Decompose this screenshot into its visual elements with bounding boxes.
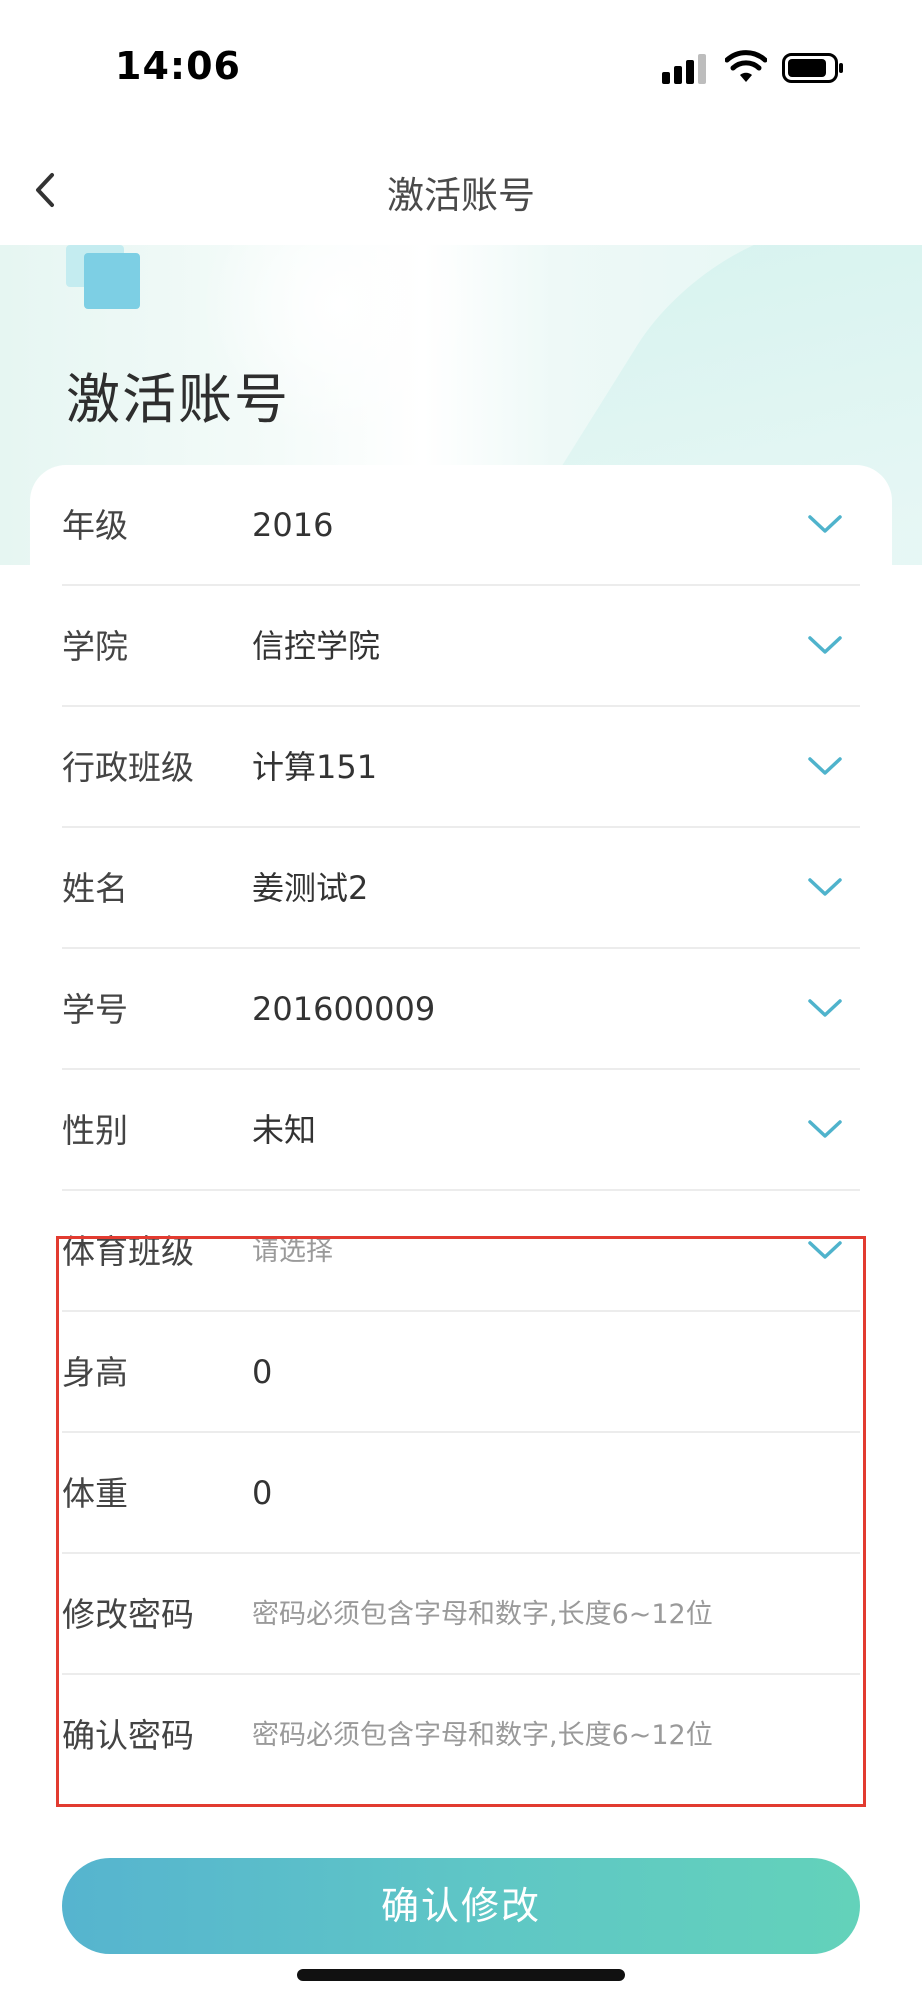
wifi-icon — [725, 50, 767, 82]
college-value[interactable]: 信控学院 — [252, 586, 380, 707]
admin-class-value[interactable]: 计算151 — [252, 707, 377, 828]
name-value[interactable]: 姜测试2 — [252, 828, 368, 949]
confirm-modify-button[interactable]: 确认修改 — [62, 1858, 860, 1954]
grade-value[interactable]: 2016 — [252, 465, 333, 586]
decor-square — [84, 253, 140, 309]
nav-bar: 激活账号 — [0, 135, 922, 245]
status-bar: 14:06 — [0, 0, 922, 135]
chevron-down-icon[interactable] — [806, 510, 844, 538]
admin-class-row[interactable]: 行政班级 计算151 — [62, 707, 860, 828]
student-id-label: 学号 — [62, 990, 128, 1029]
gender-label: 性别 — [62, 1111, 128, 1150]
grade-row[interactable]: 年级 2016 — [62, 465, 860, 586]
chevron-down-icon[interactable] — [806, 631, 844, 659]
student-id-row[interactable]: 学号 201600009 — [62, 949, 860, 1070]
status-time: 14:06 — [115, 44, 241, 88]
chevron-down-icon[interactable] — [806, 873, 844, 901]
battery-icon — [782, 53, 843, 83]
signal-icon — [662, 54, 708, 84]
gender-value[interactable]: 未知 — [252, 1070, 316, 1191]
page-heading: 激活账号 — [66, 368, 290, 431]
admin-class-label: 行政班级 — [62, 748, 194, 787]
grade-label: 年级 — [62, 506, 128, 545]
student-id-value[interactable]: 201600009 — [252, 949, 435, 1070]
college-row[interactable]: 学院 信控学院 — [62, 586, 860, 707]
college-label: 学院 — [62, 627, 128, 666]
home-indicator — [297, 1969, 625, 1981]
chevron-down-icon[interactable] — [806, 1115, 844, 1143]
chevron-down-icon[interactable] — [806, 752, 844, 780]
name-row[interactable]: 姓名 姜测试2 — [62, 828, 860, 949]
chevron-down-icon[interactable] — [806, 994, 844, 1022]
name-label: 姓名 — [62, 869, 128, 908]
gender-row[interactable]: 性别 未知 — [62, 1070, 860, 1191]
nav-title: 激活账号 — [387, 174, 535, 217]
highlight-box — [56, 1236, 866, 1807]
